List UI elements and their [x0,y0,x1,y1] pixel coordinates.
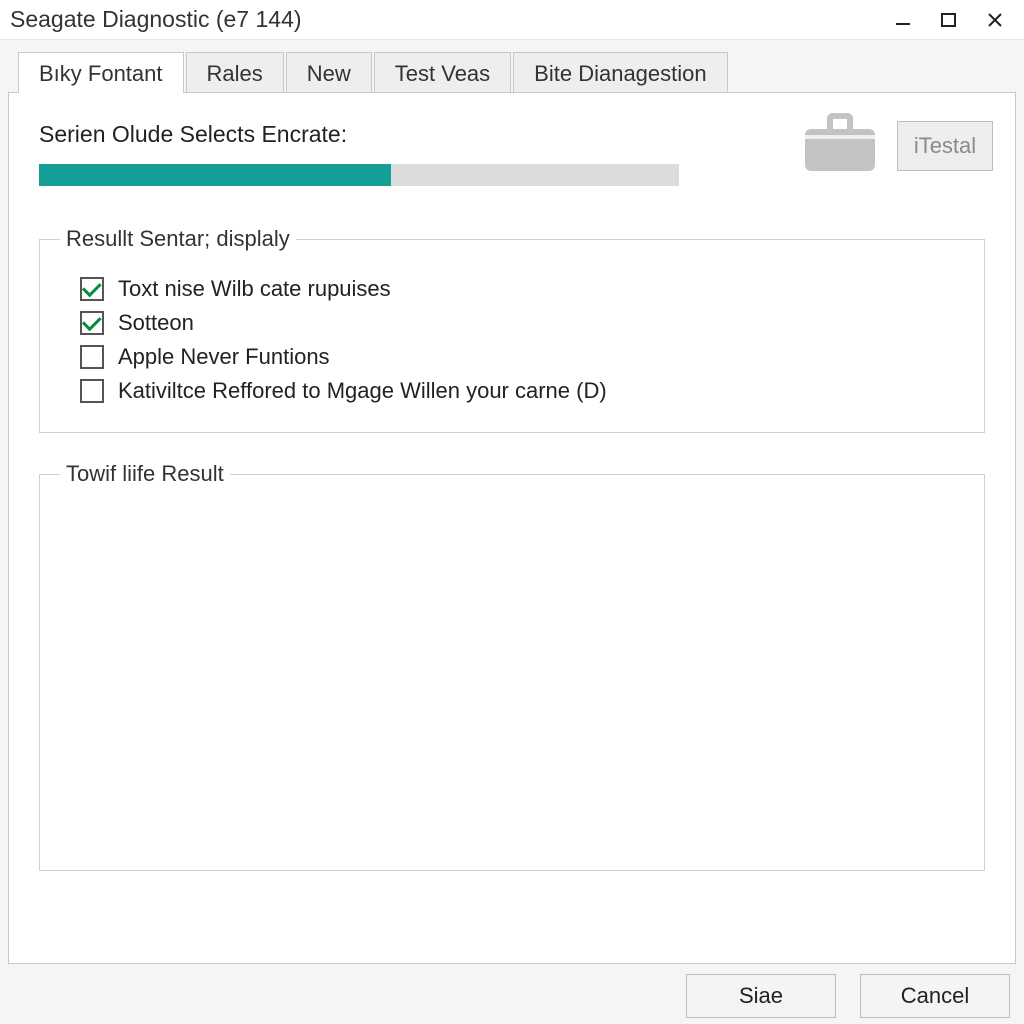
result-group: Towif liife Result [39,461,985,871]
checkbox-option-0[interactable] [80,277,104,301]
footer-buttons: Siae Cancel [686,974,1010,1018]
close-button[interactable] [972,2,1018,38]
option-label: Toxt nise Wilb cate rupuises [118,276,391,302]
tab-rales[interactable]: Rales [186,52,284,93]
options-group: Resullt Sentar; displaly Toxt nise Wilb … [39,226,985,433]
tab-panel: Serien Olude Selects Encrate: iTestal Re… [8,92,1016,964]
options-group-title: Resullt Sentar; displaly [60,226,296,252]
result-group-title: Towif liife Result [60,461,230,487]
progress-bar [39,164,679,186]
option-label: Kativiltce Reffored to Mgage Willen your… [118,378,607,404]
tab-bite-dianagestion[interactable]: Bite Dianagestion [513,52,727,93]
client-area: Bıky Fontant Rales New Test Veas Bite Di… [0,40,1024,1024]
window-title: Seagate Diagnostic (e7 144) [10,6,880,33]
option-row: Sotteon [80,310,964,336]
primary-button[interactable]: Siae [686,974,836,1018]
checkbox-option-2[interactable] [80,345,104,369]
option-label: Apple Never Funtions [118,344,330,370]
option-label: Sotteon [118,310,194,336]
checkbox-option-3[interactable] [80,379,104,403]
window-controls [880,2,1018,38]
tab-new[interactable]: New [286,52,372,93]
tabstrip: Bıky Fontant Rales New Test Veas Bite Di… [8,48,1016,92]
tab-biky-fontant[interactable]: Bıky Fontant [18,52,184,93]
checkbox-option-1[interactable] [80,311,104,335]
option-row: Toxt nise Wilb cate rupuises [80,276,964,302]
tab-test-veas[interactable]: Test Veas [374,52,511,93]
cancel-button[interactable]: Cancel [860,974,1010,1018]
option-row: Kativiltce Reffored to Mgage Willen your… [80,378,964,404]
titlebar: Seagate Diagnostic (e7 144) [0,0,1024,40]
progress-fill [39,164,391,186]
minimize-button[interactable] [880,2,926,38]
briefcase-icon [805,113,875,171]
option-row: Apple Never Funtions [80,344,964,370]
maximize-button[interactable] [926,2,972,38]
testal-button[interactable]: iTestal [897,121,993,171]
